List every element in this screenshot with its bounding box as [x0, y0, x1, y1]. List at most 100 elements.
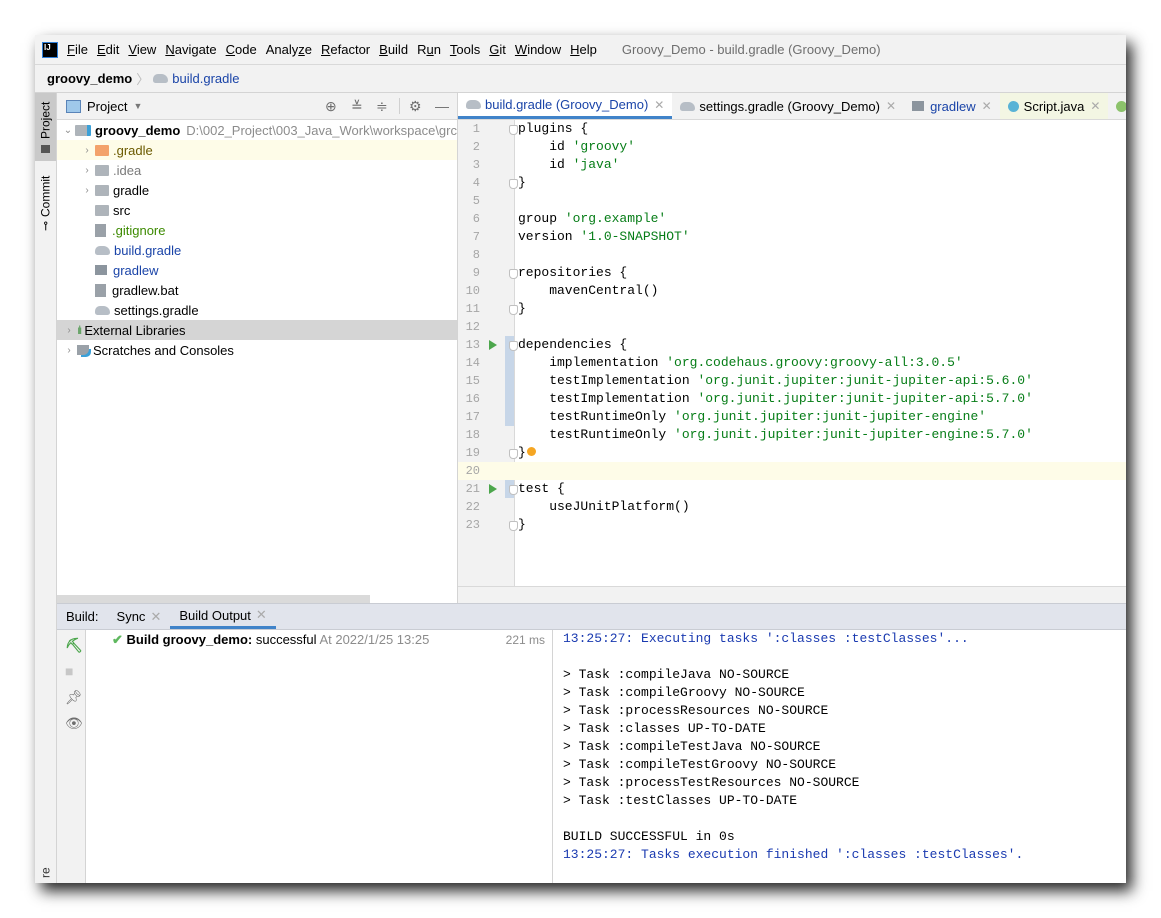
close-icon[interactable]: ✕ [1090, 99, 1100, 113]
fold-marker-icon[interactable] [509, 305, 518, 315]
code-line[interactable]: 17 testRuntimeOnly 'org.junit.jupiter:ju… [458, 408, 1126, 426]
code-line[interactable]: 10 mavenCentral() [458, 282, 1126, 300]
fold-marker-icon[interactable] [509, 341, 518, 351]
menu-git[interactable]: Git [489, 42, 506, 57]
horizontal-scrollbar[interactable] [57, 595, 370, 603]
code-line[interactable]: 11} [458, 300, 1126, 318]
chevron-right-icon[interactable]: › [79, 185, 95, 196]
run-gutter-icon[interactable] [489, 484, 497, 494]
close-icon[interactable]: ✕ [982, 99, 992, 113]
tool-tab-project[interactable]: Project [35, 93, 56, 161]
code-line[interactable]: 13 dependencies { [458, 336, 1126, 354]
code-line[interactable]: 6 group 'org.example' [458, 210, 1126, 228]
code-line[interactable]: 12 [458, 318, 1126, 336]
menu-window[interactable]: Window [515, 42, 561, 57]
code-line[interactable]: 5 [458, 192, 1126, 210]
build-tab[interactable]: Sync ✕ [108, 604, 171, 629]
code-area[interactable]: 1 plugins {2 id 'groovy' 3 id 'java' 4} 5 6 gr… [458, 120, 1126, 534]
editor-tab[interactable]: gradlew ✕ [904, 93, 1000, 119]
menu-edit[interactable]: Edit [97, 42, 119, 57]
code-line[interactable]: 16 testImplementation 'org.junit.jupiter… [458, 390, 1126, 408]
code-line[interactable]: 21 test { [458, 480, 1126, 498]
close-icon[interactable]: ✕ [886, 99, 896, 113]
fold-marker-icon[interactable] [509, 521, 518, 531]
build-console[interactable]: 13:25:27: Executing tasks ':classes :tes… [552, 630, 1126, 883]
code-line[interactable]: 9 repositories { [458, 264, 1126, 282]
editor-tab-label: build.gradle (Groovy_Demo) [485, 97, 649, 112]
stop-icon[interactable]: ■ [65, 663, 73, 679]
tree-item[interactable]: › gradle [57, 180, 457, 200]
tree-item[interactable]: build.gradle [57, 240, 457, 260]
menu-view[interactable]: View [128, 42, 156, 57]
menu-file[interactable]: File [67, 42, 88, 57]
code-line[interactable]: 3 id 'java' [458, 156, 1126, 174]
code-line[interactable]: 18 testRuntimeOnly 'org.junit.jupiter:ju… [458, 426, 1126, 444]
hide-panel-icon[interactable]: — [435, 98, 449, 114]
menu-tools[interactable]: Tools [450, 42, 480, 57]
editor-tab[interactable]: build.gradle (Groovy_Demo) ✕ [458, 93, 673, 119]
breadcrumb-file[interactable]: build.gradle [172, 71, 239, 86]
eye-icon[interactable]: 👁︎ [65, 715, 83, 732]
locate-file-icon[interactable]: ⊕ [325, 98, 337, 115]
menu-analyze[interactable]: Analyze [266, 42, 312, 57]
chevron-right-icon[interactable]: › [79, 165, 95, 176]
console-line: > Task :processTestResources NO-SOURCE [563, 775, 860, 790]
chevron-right-icon[interactable]: › [79, 145, 95, 156]
menu-code[interactable]: Code [226, 42, 257, 57]
chevron-down-icon[interactable]: ▼ [133, 101, 142, 111]
fold-marker-icon[interactable] [509, 449, 518, 459]
fold-marker-icon[interactable] [509, 125, 518, 135]
tree-item[interactable]: › .gradle [57, 140, 457, 160]
code-line[interactable]: 19} [458, 444, 1126, 462]
tool-tab-commit[interactable]: ⊸ Commit [35, 171, 56, 235]
run-gutter-icon[interactable] [489, 340, 497, 350]
tree-item[interactable]: › .idea [57, 160, 457, 180]
breadcrumb-project[interactable]: groovy_demo [47, 71, 132, 86]
menu-run[interactable]: Run [417, 42, 441, 57]
close-icon[interactable]: ✕ [150, 609, 161, 625]
tree-item[interactable]: src [57, 200, 457, 220]
build-result-row[interactable]: ✔ Build groovy_demo: successful At 2022/… [112, 632, 429, 648]
pin-icon[interactable]: 📌︎ [65, 689, 83, 706]
hammer-icon[interactable]: ⛏ [65, 637, 83, 654]
tree-item[interactable]: gradlew.bat [57, 280, 457, 300]
tree-item[interactable]: gradlew [57, 260, 457, 280]
code-line[interactable]: 22 useJUnitPlatform() [458, 498, 1126, 516]
code-line[interactable]: 23} [458, 516, 1126, 534]
code-line[interactable]: 1 plugins { [458, 120, 1126, 138]
menu-navigate[interactable]: Navigate [165, 42, 216, 57]
tree-root[interactable]: ⌄ groovy_demo D:\002_Project\003_Java_Wo… [57, 120, 457, 140]
code-line[interactable]: 14 implementation 'org.codehaus.groovy:g… [458, 354, 1126, 372]
code-line[interactable]: 8 [458, 246, 1126, 264]
close-icon[interactable]: ✕ [256, 607, 267, 623]
tree-external-libraries[interactable]: › ılı External Libraries [57, 320, 457, 340]
code-line[interactable]: 2 id 'groovy' [458, 138, 1126, 156]
editor-tab[interactable]: settings.gradle (Groovy_Demo) ✕ [672, 93, 904, 119]
fold-marker-icon[interactable] [509, 179, 518, 189]
code-line[interactable]: 20 [458, 462, 1126, 480]
editor-tab[interactable]: Script.java ✕ [999, 93, 1109, 119]
project-view-selector[interactable]: Project [87, 99, 127, 114]
collapse-all-icon[interactable]: ≑ [376, 98, 388, 115]
fold-marker-icon[interactable] [509, 485, 518, 495]
chevron-right-icon[interactable]: › [61, 345, 77, 356]
menu-help[interactable]: Help [570, 42, 597, 57]
tree-scratches[interactable]: › Scratches and Consoles [57, 340, 457, 360]
fold-marker-icon[interactable] [509, 269, 518, 279]
gear-icon[interactable]: ⚙ [409, 98, 422, 115]
menu-build[interactable]: Build [379, 42, 408, 57]
chevron-down-icon[interactable]: ⌄ [61, 125, 75, 136]
code-line[interactable]: 4} [458, 174, 1126, 192]
chevron-right-icon[interactable]: › [61, 325, 77, 336]
tool-tab-structure[interactable]: re [35, 863, 56, 883]
tree-item[interactable]: .gitignore [57, 220, 457, 240]
code-line[interactable]: 7 version '1.0-SNAPSHOT' [458, 228, 1126, 246]
lightbulb-icon[interactable] [527, 447, 536, 456]
editor-tab-overflow[interactable] [1108, 93, 1126, 119]
tree-item[interactable]: settings.gradle [57, 300, 457, 320]
close-icon[interactable]: ✕ [654, 98, 664, 112]
code-line[interactable]: 15 testImplementation 'org.junit.jupiter… [458, 372, 1126, 390]
build-tab[interactable]: Build Output ✕ [170, 604, 276, 629]
expand-all-icon[interactable]: ≚ [351, 98, 363, 115]
menu-refactor[interactable]: Refactor [321, 42, 370, 57]
